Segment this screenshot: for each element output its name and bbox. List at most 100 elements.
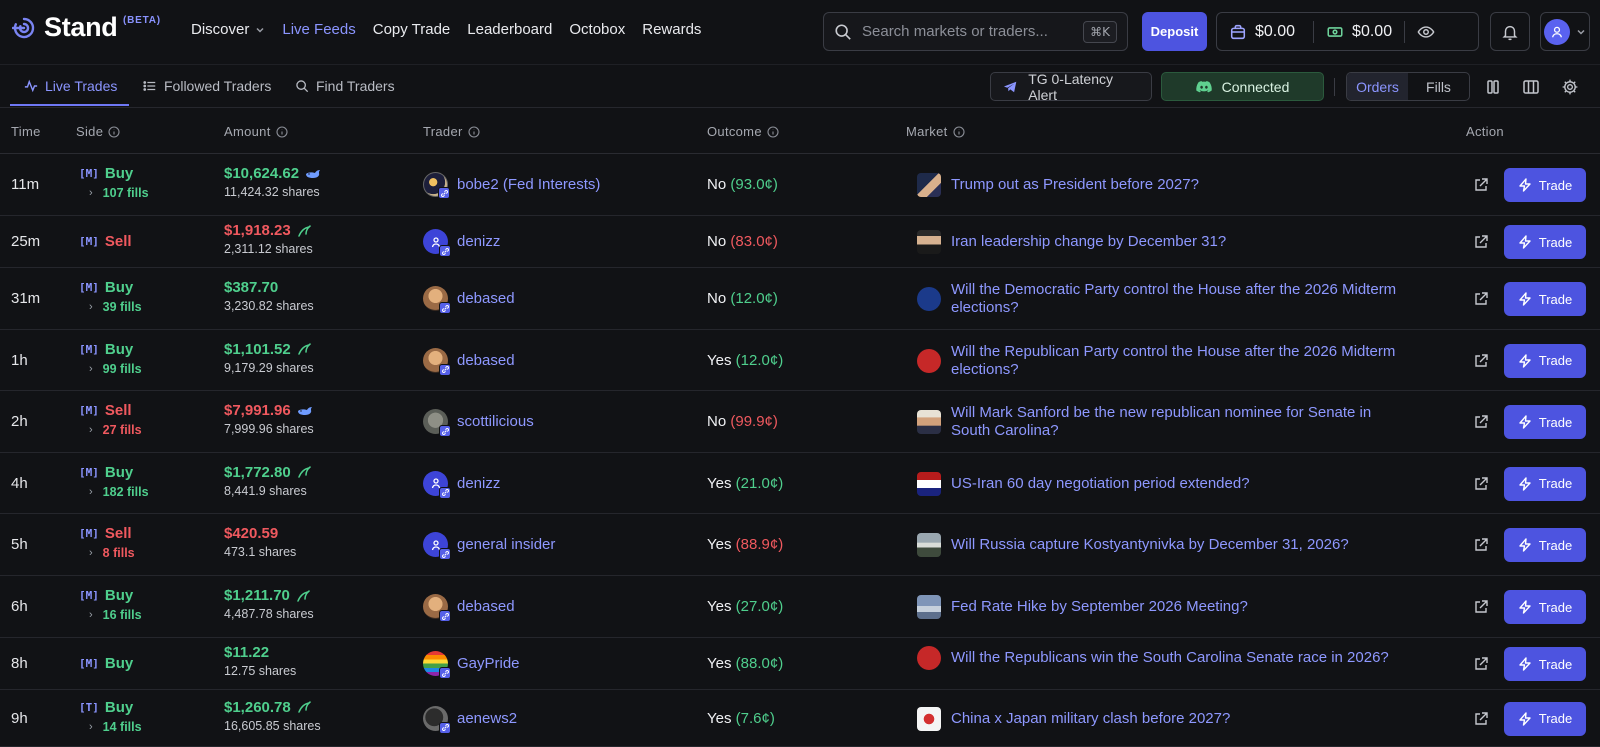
open-market-link[interactable] (1473, 234, 1489, 250)
trade-button[interactable]: Trade (1504, 701, 1586, 736)
trader-cell[interactable]: debased (423, 347, 515, 376)
external-link-icon[interactable] (1473, 291, 1489, 307)
table-row[interactable]: 6h [M] Buy › 16 fills $1,211.70 4,487.78 … (0, 576, 1600, 638)
toggle-orders[interactable]: Orders (1347, 73, 1408, 100)
trader-cell[interactable]: denizz (423, 229, 500, 257)
column-header-market[interactable]: Market (906, 124, 965, 139)
info-icon[interactable] (767, 125, 779, 138)
market-cell[interactable]: Will Mark Sanford be the new republican … (917, 404, 1417, 440)
columns-icon[interactable] (1522, 78, 1540, 96)
search-box[interactable]: ⌘K (823, 12, 1128, 51)
trader-cell[interactable]: aenews2 (423, 705, 517, 734)
trade-button[interactable]: Trade (1504, 282, 1586, 316)
fills-toggle[interactable]: › 16 fills (89, 608, 142, 622)
market-cell[interactable]: Trump out as President before 2027? (917, 173, 1417, 197)
fills-toggle[interactable]: › 182 fills (89, 485, 149, 499)
open-market-link[interactable] (1473, 711, 1489, 727)
market-cell[interactable]: Iran leadership change by December 31? (917, 230, 1417, 254)
wallet-balances[interactable]: $0.00 $0.00 (1216, 12, 1479, 51)
eye-icon[interactable] (1417, 23, 1435, 41)
external-link-icon[interactable] (1473, 476, 1489, 492)
table-row[interactable]: 9h [T] Buy › 14 fills $1,260.78 16,605.85… (0, 690, 1600, 747)
trader-cell[interactable]: debased (423, 594, 515, 622)
market-title-link[interactable]: Will Russia capture Kostyantynivka by De… (951, 536, 1349, 554)
market-cell[interactable]: Will the Republicans win the South Carol… (917, 646, 1417, 670)
telegram-alert-button[interactable]: TG 0-Latency Alert (990, 71, 1152, 103)
trade-button[interactable]: Trade (1504, 343, 1586, 378)
column-header-trader[interactable]: Trader (423, 124, 480, 139)
market-title-link[interactable]: Iran leadership change by December 31? (951, 233, 1226, 251)
trader-name-link[interactable]: bobe2 (Fed Interests) (457, 176, 600, 193)
fills-toggle[interactable]: › 107 fills (89, 186, 149, 200)
info-icon[interactable] (952, 125, 965, 138)
column-header-amount[interactable]: Amount (224, 124, 288, 139)
trader-cell[interactable]: denizz (423, 470, 500, 499)
notifications-button[interactable] (1490, 12, 1530, 51)
column-header-time[interactable]: Time (11, 124, 41, 139)
external-link-icon[interactable] (1473, 537, 1489, 553)
info-icon[interactable] (108, 125, 120, 138)
info-icon[interactable] (468, 125, 480, 138)
open-market-link[interactable] (1473, 656, 1489, 672)
trader-name-link[interactable]: aenews2 (457, 710, 517, 727)
deposit-button[interactable]: Deposit (1142, 12, 1207, 51)
trade-button[interactable]: Trade (1504, 225, 1586, 259)
trader-cell[interactable]: debased (423, 286, 515, 314)
fills-toggle[interactable]: › 14 fills (89, 720, 142, 734)
market-title-link[interactable]: Will the Democratic Party control the Ho… (951, 281, 1411, 317)
nav-octobox[interactable]: Octobox (569, 21, 625, 38)
toggle-fills[interactable]: Fills (1408, 73, 1469, 100)
market-title-link[interactable]: US-Iran 60 day negotiation period extend… (951, 475, 1250, 493)
trader-cell[interactable]: bobe2 (Fed Interests) (423, 172, 600, 199)
trader-name-link[interactable]: general insider (457, 536, 555, 553)
fills-toggle[interactable]: › 39 fills (89, 300, 142, 314)
open-market-link[interactable] (1473, 537, 1489, 553)
market-title-link[interactable]: Will the Republican Party control the Ho… (951, 343, 1411, 379)
external-link-icon[interactable] (1473, 711, 1489, 727)
market-cell[interactable]: Fed Rate Hike by September 2026 Meeting? (917, 595, 1417, 619)
search-input[interactable] (862, 23, 1084, 40)
external-link-icon[interactable] (1473, 234, 1489, 250)
external-link-icon[interactable] (1473, 353, 1489, 369)
external-link-icon[interactable] (1473, 599, 1489, 615)
fills-toggle[interactable]: › 99 fills (89, 362, 142, 376)
table-row[interactable]: 8h [M] Buy $11.22 12.75 shares GayPride … (0, 638, 1600, 690)
market-cell[interactable]: US-Iran 60 day negotiation period extend… (917, 471, 1417, 496)
trader-name-link[interactable]: debased (457, 290, 515, 307)
fills-toggle[interactable]: › 8 fills (89, 546, 135, 560)
table-row[interactable]: 25m [M] Sell $1,918.23 2,311.12 shares d… (0, 216, 1600, 268)
table-row[interactable]: 31m [M] Buy › 39 fills $387.70 3,230.82 s… (0, 268, 1600, 330)
profile-menu-button[interactable] (1540, 12, 1590, 51)
trader-name-link[interactable]: denizz (457, 233, 500, 250)
market-cell[interactable]: Will the Democratic Party control the Ho… (917, 281, 1417, 317)
external-link-icon[interactable] (1473, 656, 1489, 672)
market-title-link[interactable]: China x Japan military clash before 2027… (951, 710, 1230, 728)
gear-icon[interactable] (1561, 78, 1579, 96)
trader-name-link[interactable]: GayPride (457, 655, 520, 672)
table-row[interactable]: 2h [M] Sell › 27 fills $7,991.96 7,999.96… (0, 391, 1600, 453)
market-cell[interactable]: China x Japan military clash before 2027… (917, 706, 1417, 731)
trade-button[interactable]: Trade (1504, 168, 1586, 202)
info-icon[interactable] (276, 125, 288, 138)
table-row[interactable]: 1h [M] Buy › 99 fills $1,101.52 9,179.29 … (0, 330, 1600, 391)
trader-name-link[interactable]: scottilicious (457, 413, 534, 430)
tab-find-traders[interactable]: Find Traders (295, 75, 395, 97)
brand-logo[interactable]: Stand (12, 12, 118, 43)
open-market-link[interactable] (1473, 353, 1489, 369)
trader-cell[interactable]: scottilicious (423, 409, 534, 437)
table-row[interactable]: 11m [M] Buy › 107 fills $10,624.62 11,424… (0, 154, 1600, 216)
trade-button[interactable]: Trade (1504, 647, 1586, 681)
nav-discover[interactable]: Discover (191, 21, 265, 38)
market-title-link[interactable]: Will the Republicans win the South Carol… (951, 649, 1389, 667)
trader-cell[interactable]: general insider (423, 532, 555, 560)
nav-rewards[interactable]: Rewards (642, 21, 701, 38)
open-market-link[interactable] (1473, 291, 1489, 307)
trader-cell[interactable]: GayPride (423, 651, 520, 679)
table-row[interactable]: 4h [M] Buy › 182 fills $1,772.80 8,441.9 … (0, 453, 1600, 514)
open-market-link[interactable] (1473, 414, 1489, 430)
split-columns-icon[interactable] (1484, 78, 1502, 96)
open-market-link[interactable] (1473, 599, 1489, 615)
market-title-link[interactable]: Fed Rate Hike by September 2026 Meeting? (951, 598, 1248, 616)
market-cell[interactable]: Will Russia capture Kostyantynivka by De… (917, 533, 1417, 557)
column-header-outcome[interactable]: Outcome (707, 124, 779, 139)
